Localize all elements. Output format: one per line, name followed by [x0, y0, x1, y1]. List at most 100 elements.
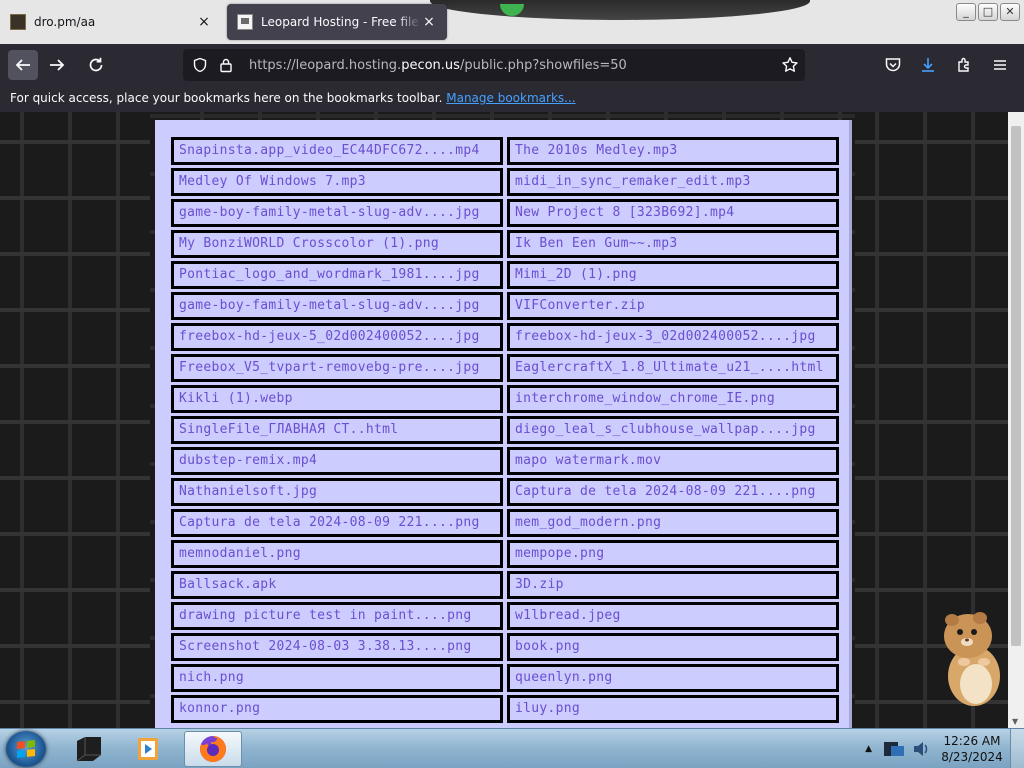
tab-leopard-hosting[interactable]: Leopard Hosting - Free file hosting ×: [227, 4, 447, 40]
file-link[interactable]: Ik Ben Een Gum~~.mp3: [507, 230, 839, 258]
bookmarks-toolbar-message: For quick access, place your bookmarks h…: [10, 91, 443, 105]
hamster-mascot-image: [944, 612, 1000, 706]
tab-title: Leopard Hosting - Free file hosting: [261, 15, 421, 29]
tab-favicon-icon: [237, 14, 253, 30]
taskbar: ▲ 12:26 AM 8/23/2024: [0, 728, 1024, 768]
file-link[interactable]: iluy.png: [507, 695, 839, 723]
navigation-bar: https://leopard.hosting.pecon.us/public.…: [0, 44, 1024, 86]
file-link[interactable]: Kikli (1).webp: [171, 385, 503, 413]
file-link[interactable]: konnor.png: [171, 695, 503, 723]
taskbar-app-firefox[interactable]: [184, 731, 242, 767]
file-list-panel: Snapinsta.app_video_EC44DFC672....mp4 The…: [155, 120, 852, 728]
terminal-app-icon: [76, 737, 101, 762]
taskbar-app-media-player[interactable]: [120, 731, 178, 767]
url-text: https://leopard.hosting.pecon.us/public.…: [249, 58, 775, 73]
show-hidden-icons-icon[interactable]: ▲: [865, 744, 872, 754]
file-link[interactable]: Nathanielsoft.jpg: [171, 478, 503, 506]
file-link[interactable]: EaglercraftX_1.8_Ultimate_u21_....html: [507, 354, 839, 382]
file-grid: Snapinsta.app_video_EC44DFC672....mp4 The…: [171, 137, 839, 723]
file-link[interactable]: mem_god_modern.png: [507, 509, 839, 537]
bookmark-star-icon[interactable]: [775, 56, 805, 74]
file-link[interactable]: 3D.zip: [507, 571, 839, 599]
menu-hamburger-icon[interactable]: [990, 55, 1010, 75]
file-link[interactable]: Screenshot 2024-08-03 3.38.13....png: [171, 633, 503, 661]
tab-favicon-icon: [10, 14, 26, 30]
file-link[interactable]: queenlyn.png: [507, 664, 839, 692]
downloads-icon[interactable]: [918, 55, 938, 75]
background-pattern-left: [0, 112, 150, 728]
tray-volume-icon[interactable]: [910, 738, 930, 760]
tab-close-icon[interactable]: ×: [421, 14, 437, 30]
file-link[interactable]: midi_in_sync_remaker_edit.mp3: [507, 168, 839, 196]
file-link[interactable]: mapo watermark.mov: [507, 447, 839, 475]
manage-bookmarks-link[interactable]: Manage bookmarks...: [446, 91, 575, 105]
scrollbar-thumb[interactable]: [1011, 126, 1021, 646]
file-link[interactable]: Snapinsta.app_video_EC44DFC672....mp4: [171, 137, 503, 165]
titlebar-decoration: [430, 0, 810, 20]
clock[interactable]: 12:26 AM 8/23/2024: [934, 733, 1010, 765]
bookmarks-toolbar: For quick access, place your bookmarks h…: [0, 86, 1024, 112]
file-link[interactable]: Pontiac_logo_and_wordmark_1981....jpg: [171, 261, 503, 289]
reload-icon: [89, 57, 103, 72]
clock-time: 12:26 AM: [943, 734, 1001, 748]
restore-button[interactable]: □: [978, 3, 998, 21]
file-link[interactable]: Captura de tela 2024-08-09 221....png: [507, 478, 839, 506]
file-link[interactable]: nich.png: [171, 664, 503, 692]
file-link[interactable]: The 2010s Medley.mp3: [507, 137, 839, 165]
file-link[interactable]: book.png: [507, 633, 839, 661]
tab-strip: dro.pm/aa × Leopard Hosting - Free file …: [0, 0, 1024, 44]
file-link[interactable]: Mimi_2D (1).png: [507, 261, 839, 289]
reload-button[interactable]: [81, 50, 111, 80]
clock-date: 8/23/2024: [941, 750, 1003, 764]
start-button[interactable]: [6, 731, 46, 767]
file-link[interactable]: Ballsack.apk: [171, 571, 503, 599]
url-path: /public.php?showfiles=50: [459, 57, 627, 73]
window-controls: _ □ ✕: [956, 3, 1020, 21]
file-link[interactable]: mempope.png: [507, 540, 839, 568]
back-button[interactable]: [8, 50, 38, 80]
windows-logo-icon: [17, 740, 35, 758]
url-host: pecon.us: [401, 57, 460, 73]
minimize-button[interactable]: _: [956, 3, 976, 21]
page-scrollbar[interactable]: ▼: [1008, 112, 1024, 728]
taskbar-app-terminal[interactable]: [60, 731, 118, 767]
file-link[interactable]: My BonziWORLD Crosscolor (1).png: [171, 230, 503, 258]
file-link[interactable]: freebox-hd-jeux-5_02d002400052....jpg: [171, 323, 503, 351]
close-window-button[interactable]: ✕: [1000, 3, 1020, 21]
file-link[interactable]: game-boy-family-metal-slug-adv....jpg: [171, 292, 503, 320]
file-link[interactable]: drawing picture test in paint....png: [171, 602, 503, 630]
forward-button[interactable]: [42, 50, 72, 80]
file-link[interactable]: diego_leal_s_clubhouse_wallpap....jpg: [507, 416, 839, 444]
url-subdomain: leopard.hosting.: [295, 57, 402, 73]
file-link[interactable]: w1lbread.jpeg: [507, 602, 839, 630]
pocket-icon[interactable]: [883, 55, 903, 75]
system-tray: ▲ 12:26 AM 8/23/2024: [865, 729, 1024, 768]
scroll-down-arrow-icon[interactable]: ▼: [1012, 717, 1018, 726]
tab-title: dro.pm/aa: [34, 15, 96, 29]
file-link[interactable]: New Project 8 [323B692].mp4: [507, 199, 839, 227]
tray-app-icon[interactable]: [882, 738, 906, 760]
file-link[interactable]: freebox-hd-jeux-3_02d002400052....jpg: [507, 323, 839, 351]
address-bar[interactable]: https://leopard.hosting.pecon.us/public.…: [183, 49, 805, 81]
file-link[interactable]: VIFConverter.zip: [507, 292, 839, 320]
back-arrow-icon: [15, 59, 30, 71]
page-content: Snapinsta.app_video_EC44DFC672....mp4 The…: [0, 112, 1008, 728]
media-player-icon: [138, 738, 158, 760]
file-link[interactable]: game-boy-family-metal-slug-adv....jpg: [171, 199, 503, 227]
file-link[interactable]: memnodaniel.png: [171, 540, 503, 568]
file-link[interactable]: Freebox_V5_tvpart-removebg-pre....jpg: [171, 354, 503, 382]
lock-icon[interactable]: [217, 56, 235, 74]
file-link[interactable]: dubstep-remix.mp4: [171, 447, 503, 475]
tab-dro[interactable]: dro.pm/aa ×: [0, 4, 222, 40]
tracking-protection-shield-icon[interactable]: [191, 56, 209, 74]
tab-close-icon[interactable]: ×: [196, 14, 212, 30]
extensions-icon[interactable]: [954, 55, 974, 75]
file-link[interactable]: Medley Of Windows 7.mp3: [171, 168, 503, 196]
file-link[interactable]: Captura de tela 2024-08-09 221....png: [171, 509, 503, 537]
url-scheme: https://: [249, 57, 296, 73]
file-link[interactable]: SingleFile_ГЛАВНАЯ СТ..html: [171, 416, 503, 444]
firefox-icon: [200, 736, 226, 762]
forward-arrow-icon: [50, 59, 65, 71]
show-desktop-button[interactable]: [1010, 729, 1024, 768]
file-link[interactable]: interchrome_window_chrome_IE.png: [507, 385, 839, 413]
